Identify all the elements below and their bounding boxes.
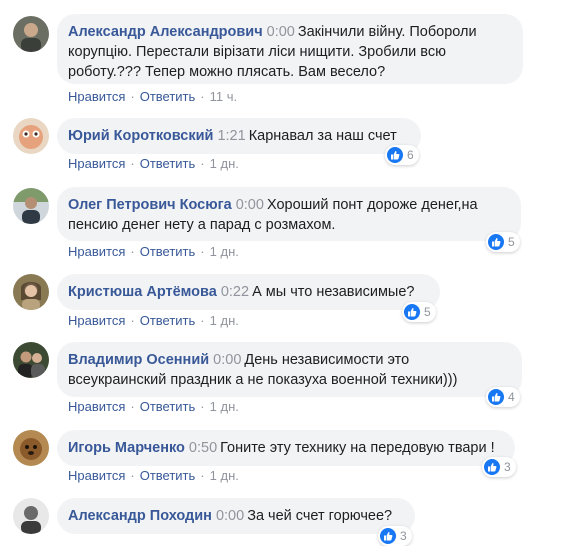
- reaction-number: 3: [504, 460, 511, 474]
- comment-text: А мы что независимые?: [252, 284, 415, 300]
- comment-actions: Нравится · Ответить · 1 дн.: [68, 468, 239, 483]
- comment-timestamp[interactable]: 11 ч.: [210, 89, 238, 104]
- reply-link[interactable]: Ответить: [140, 156, 196, 171]
- separator: ·: [200, 399, 205, 414]
- reaction-count[interactable]: 4: [486, 387, 520, 407]
- avatar[interactable]: [13, 498, 49, 534]
- separator: ·: [200, 468, 205, 483]
- avatar[interactable]: [13, 430, 49, 466]
- comment-bubble: Александр Александрович 0:00 Закінчили вій…: [57, 14, 523, 84]
- reaction-number: 4: [508, 390, 515, 404]
- comment-author[interactable]: Олег Петрович Косюга: [68, 197, 232, 213]
- comment-author[interactable]: Кристюша Артёмова: [68, 284, 217, 300]
- voice-time[interactable]: 0:22: [221, 284, 249, 300]
- separator: ·: [130, 313, 135, 328]
- comment-timestamp[interactable]: 1 дн.: [210, 468, 239, 483]
- avatar[interactable]: [13, 118, 49, 154]
- comment-bubble: Игорь Марченко 0:50 Гоните эту технику на …: [57, 430, 515, 466]
- separator: ·: [200, 244, 205, 259]
- comment-author[interactable]: Александр Александрович: [68, 24, 263, 40]
- comment-text: За чей счет горючее?: [247, 508, 393, 524]
- like-icon: [484, 459, 500, 475]
- avatar[interactable]: [13, 16, 49, 52]
- like-link[interactable]: Нравится: [68, 313, 125, 328]
- like-link[interactable]: Нравится: [68, 244, 125, 259]
- comment-text: Гоните эту технику на передовую твари !: [220, 440, 495, 456]
- reaction-count[interactable]: 6: [385, 145, 419, 165]
- like-link[interactable]: Нравится: [68, 89, 125, 104]
- voice-time[interactable]: 0:00: [216, 508, 244, 524]
- comment-actions: Нравится · Ответить · 1 дн.: [68, 399, 239, 414]
- reply-link[interactable]: Ответить: [140, 313, 196, 328]
- reaction-count[interactable]: 5: [486, 232, 520, 252]
- comment-actions: Нравится · Ответить · 1 дн.: [68, 244, 239, 259]
- separator: ·: [130, 156, 135, 171]
- separator: ·: [130, 399, 135, 414]
- reply-link[interactable]: Ответить: [140, 399, 196, 414]
- comment-author[interactable]: Александр Походин: [68, 508, 212, 524]
- comment-bubble: Александр Походин 0:00 За чей счет горючее…: [57, 498, 415, 534]
- comment-bubble: Владимир Осенний 0:00 День независимости э…: [57, 342, 522, 397]
- reaction-count[interactable]: 3: [482, 457, 516, 477]
- voice-time[interactable]: 0:50: [189, 440, 217, 456]
- like-icon: [404, 304, 420, 320]
- reaction-number: 6: [407, 148, 414, 162]
- reaction-count[interactable]: 5: [402, 302, 436, 322]
- comment-bubble: Олег Петрович Косюга 0:00 Хороший понт дор…: [57, 187, 521, 241]
- comment-bubble: Кристюша Артёмова 0:22 А мы что независимы…: [57, 274, 440, 310]
- like-icon: [488, 234, 504, 250]
- like-link[interactable]: Нравится: [68, 468, 125, 483]
- comment-actions: Нравится · Ответить · 1 дн.: [68, 313, 239, 328]
- avatar[interactable]: [13, 274, 49, 310]
- voice-time[interactable]: 0:00: [236, 197, 264, 213]
- comment-author[interactable]: Владимир Осенний: [68, 352, 209, 368]
- comment-timestamp[interactable]: 1 дн.: [210, 313, 239, 328]
- like-icon: [387, 147, 403, 163]
- like-icon: [488, 389, 504, 405]
- reaction-count[interactable]: 3: [378, 526, 412, 546]
- like-link[interactable]: Нравится: [68, 156, 125, 171]
- comment-bubble: Юрий Коротковский 1:21 Карнавал за наш сче…: [57, 118, 421, 154]
- separator: ·: [130, 468, 135, 483]
- reaction-number: 5: [424, 305, 431, 319]
- like-link[interactable]: Нравится: [68, 399, 125, 414]
- reply-link[interactable]: Ответить: [140, 468, 196, 483]
- separator: ·: [200, 156, 205, 171]
- voice-time[interactable]: 1:21: [217, 128, 245, 144]
- avatar[interactable]: [13, 342, 49, 378]
- comment-timestamp[interactable]: 1 дн.: [210, 399, 239, 414]
- reaction-number: 5: [508, 235, 515, 249]
- separator: ·: [130, 244, 135, 259]
- reaction-number: 3: [400, 529, 407, 543]
- reply-link[interactable]: Ответить: [140, 244, 196, 259]
- voice-time[interactable]: 0:00: [213, 352, 241, 368]
- separator: ·: [130, 89, 135, 104]
- comment-actions: Нравится · Ответить · 11 ч.: [68, 89, 237, 104]
- separator: ·: [200, 313, 205, 328]
- comment-text: Карнавал за наш счет: [248, 128, 397, 144]
- comment-author[interactable]: Юрий Коротковский: [68, 128, 213, 144]
- reply-link[interactable]: Ответить: [140, 89, 196, 104]
- voice-time[interactable]: 0:00: [267, 24, 295, 40]
- comment-timestamp[interactable]: 1 дн.: [210, 244, 239, 259]
- comment-timestamp[interactable]: 1 дн.: [210, 156, 239, 171]
- avatar[interactable]: [13, 188, 49, 224]
- comment-author[interactable]: Игорь Марченко: [68, 440, 185, 456]
- comment-actions: Нравится · Ответить · 1 дн.: [68, 156, 239, 171]
- separator: ·: [200, 89, 205, 104]
